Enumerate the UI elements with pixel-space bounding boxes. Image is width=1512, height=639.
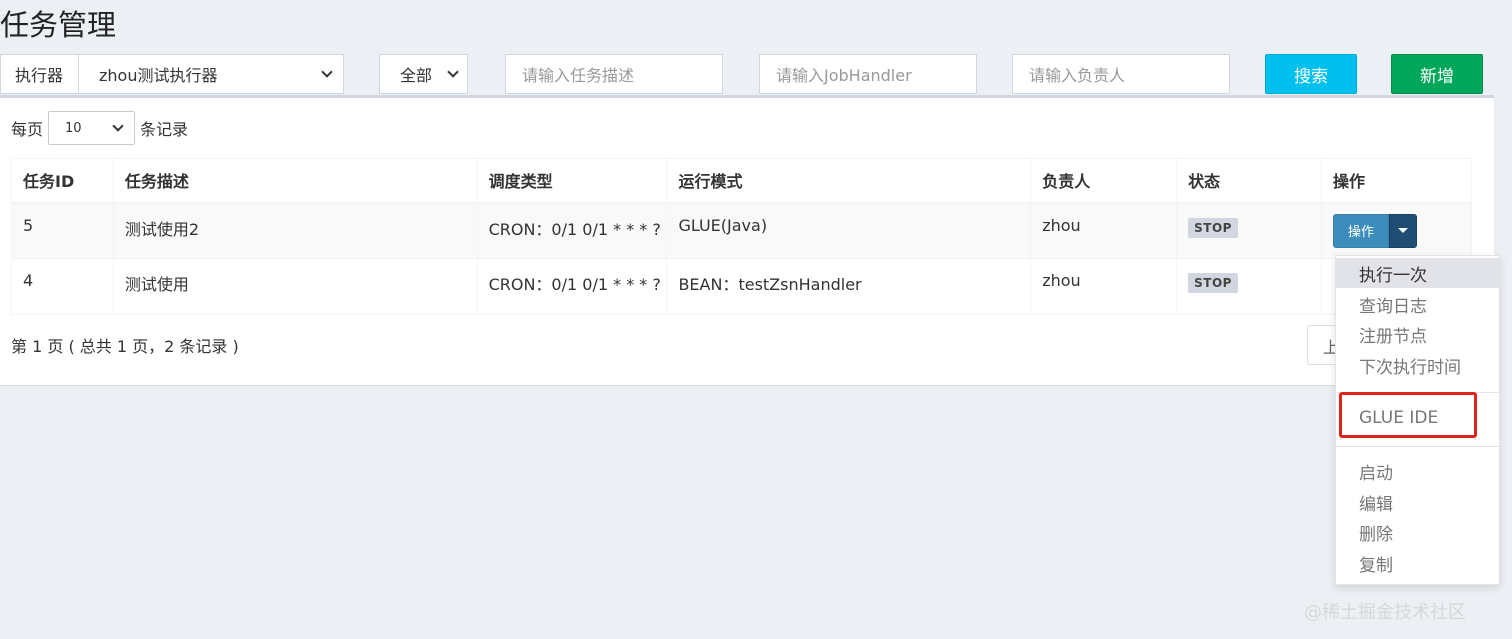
col-header-status: 状态 [1176, 158, 1323, 204]
table-header-row: 任务ID 任务描述 调度类型 运行模式 负责人 状态 操作 [11, 158, 1472, 204]
page-size-suffix: 条记录 [140, 120, 189, 139]
executor-select[interactable]: zhou测试执行器 [78, 54, 344, 94]
action-button[interactable]: 操作 [1333, 213, 1390, 248]
status-select[interactable]: 全部 [379, 54, 468, 94]
add-button[interactable]: 新增 [1391, 54, 1483, 94]
menu-item-delete[interactable]: 删除 [1336, 517, 1499, 547]
executor-label: 执行器 [0, 54, 79, 94]
job-desc-input[interactable]: 请输入任务描述 [505, 54, 723, 94]
table-row: 4 测试使用 CRON：0/1 0/1 * * * ? BEAN：testZsn… [11, 258, 1472, 315]
author-input[interactable]: 请输入负责人 [1012, 54, 1230, 94]
cell-action: 操作 [1321, 202, 1472, 259]
menu-item-edit[interactable]: 编辑 [1336, 487, 1499, 517]
status-badge: STOP [1188, 273, 1238, 293]
col-header-schedule: 调度类型 [476, 158, 668, 204]
page-title: 任务管理 [0, 8, 117, 42]
executor-select-value: zhou测试执行器 [99, 66, 218, 85]
cell-status: STOP [1176, 202, 1323, 259]
table-row: 5 测试使用2 CRON：0/1 0/1 * * * ? GLUE(Java) … [11, 202, 1472, 259]
menu-item-next-trigger-time[interactable]: 下次执行时间 [1336, 350, 1499, 380]
cell-id: 4 [11, 258, 114, 315]
menu-item-copy[interactable]: 复制 [1336, 548, 1499, 578]
caret-down-icon [1398, 228, 1409, 233]
menu-item-trigger-once[interactable]: 执行一次 [1336, 258, 1499, 288]
cell-mode: GLUE(Java) [666, 202, 1032, 259]
menu-item-start[interactable]: 启动 [1336, 456, 1499, 486]
menu-divider [1336, 446, 1499, 447]
cell-desc: 测试使用 [112, 258, 478, 315]
cell-author: zhou [1030, 202, 1178, 259]
action-dropdown-toggle[interactable] [1389, 213, 1418, 248]
job-list-panel: 每页 10 条记录 任务ID 任务描述 调度类型 运行模式 负责人 状态 操作 … [0, 95, 1494, 385]
annotation-highlight-box [1339, 392, 1477, 438]
status-select-value: 全部 [400, 66, 433, 85]
chevron-down-icon [447, 65, 459, 78]
col-header-author: 负责人 [1030, 158, 1178, 204]
watermark-text: @稀土掘金技术社区 [1304, 602, 1466, 623]
cell-schedule: CRON：0/1 0/1 * * * ? [476, 202, 668, 259]
menu-item-query-log[interactable]: 查询日志 [1336, 289, 1499, 319]
search-button[interactable]: 搜索 [1265, 54, 1357, 94]
filter-bar: 执行器 zhou测试执行器 全部 请输入任务描述 请输入JobHandler 请… [0, 54, 1512, 94]
menu-item-registry-nodes[interactable]: 注册节点 [1336, 319, 1499, 349]
col-header-desc: 任务描述 [112, 158, 478, 204]
cell-mode: BEAN：testZsnHandler [666, 258, 1032, 315]
chevron-down-icon [321, 65, 333, 78]
col-header-mode: 运行模式 [666, 158, 1032, 204]
page-size-control: 每页 10 条记录 [11, 111, 188, 145]
status-badge: STOP [1188, 217, 1238, 238]
cell-status: STOP [1176, 258, 1323, 315]
job-table: 任务ID 任务描述 调度类型 运行模式 负责人 状态 操作 5 测试使用2 CR… [11, 158, 1472, 315]
cell-id: 5 [11, 202, 114, 259]
pagination-info: 第 1 页 ( 总共 1 页，2 条记录 ) [11, 337, 239, 356]
cell-author: zhou [1030, 258, 1178, 315]
chevron-down-icon [112, 119, 124, 132]
page-size-select[interactable]: 10 [48, 111, 136, 145]
col-header-action: 操作 [1321, 158, 1472, 204]
cell-desc: 测试使用2 [112, 202, 478, 259]
col-header-id: 任务ID [11, 158, 114, 204]
cell-schedule: CRON：0/1 0/1 * * * ? [476, 258, 668, 315]
page-size-value: 10 [65, 120, 82, 136]
action-button-group: 操作 [1333, 213, 1418, 248]
job-handler-input[interactable]: 请输入JobHandler [759, 54, 977, 94]
page-size-prefix: 每页 [11, 120, 44, 139]
